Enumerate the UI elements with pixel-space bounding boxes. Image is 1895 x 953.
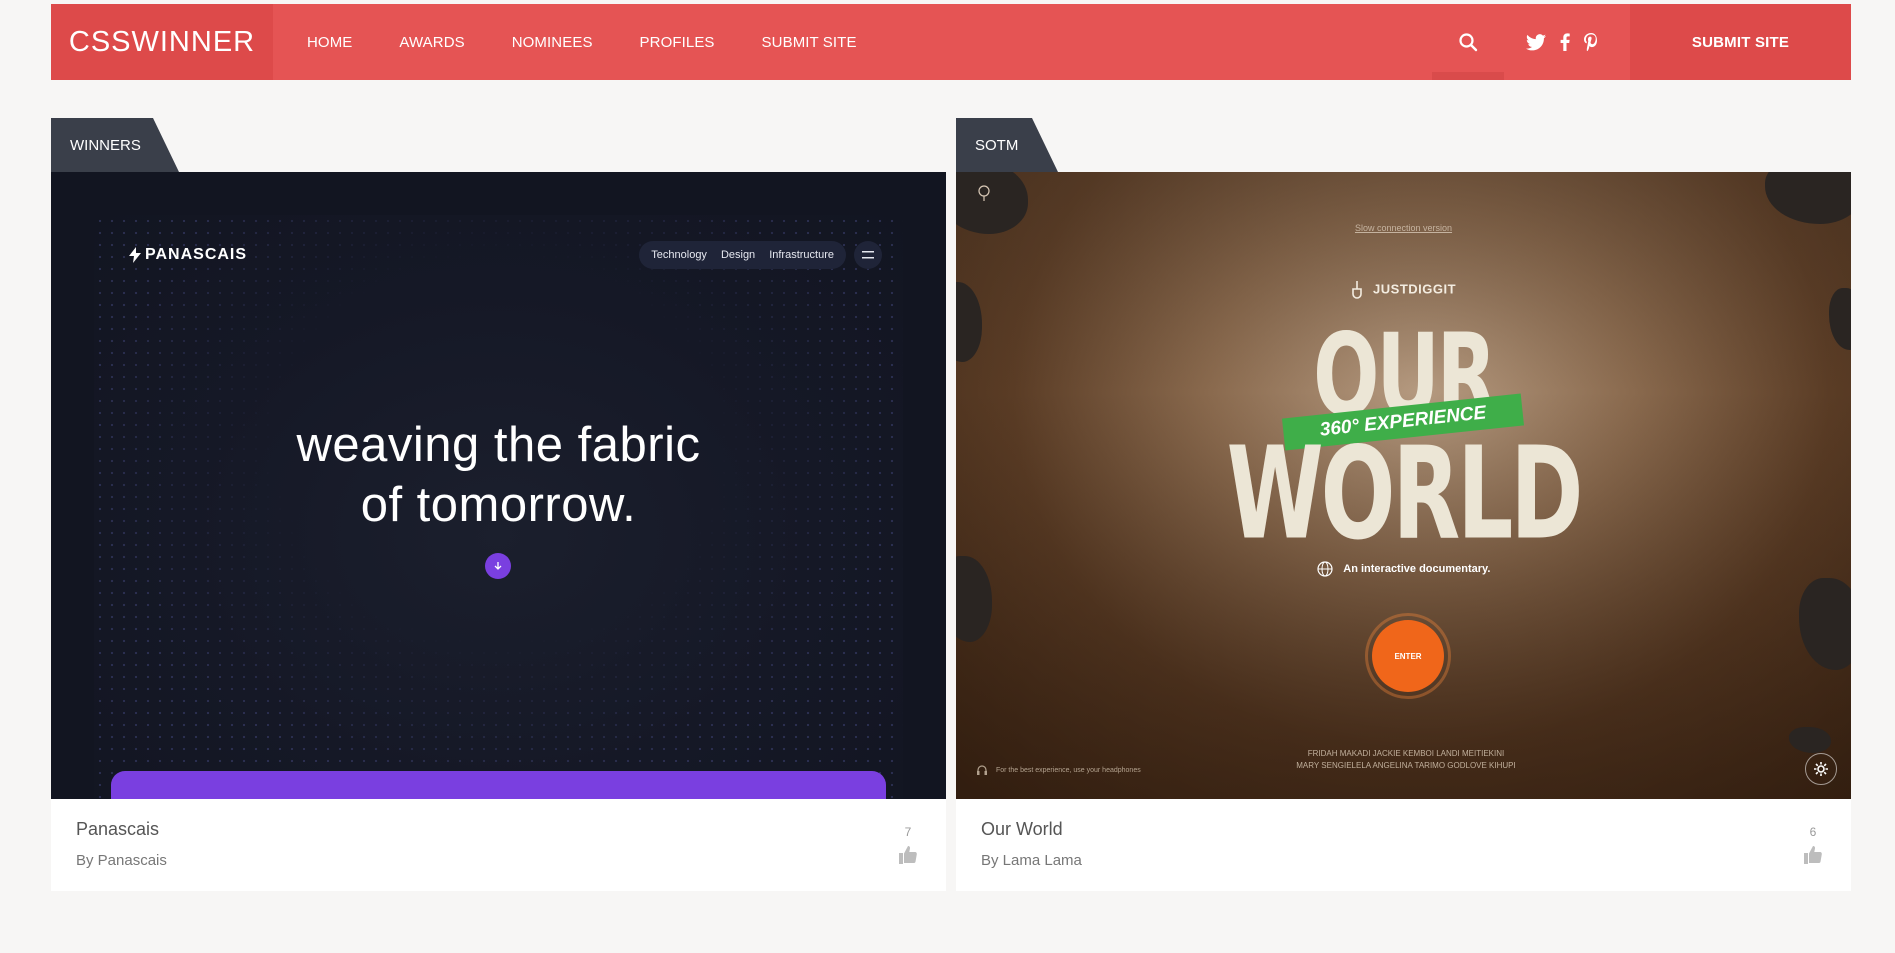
winner-card: WINNERS PANASCAIS Technology Design Infr… (51, 118, 946, 891)
facebook-icon[interactable] (1560, 33, 1570, 51)
headphones-text: For the best experience, use your headph… (995, 766, 1141, 774)
menu-item-design: Design (720, 249, 756, 261)
card-meta: Our World By Lama Lama 6 (956, 799, 1851, 891)
submit-site-button[interactable]: SUBMIT SITE (1630, 4, 1851, 80)
site-header: CSSWINNER HOME AWARDS NOMINEES PROFILES … (51, 4, 1851, 80)
credits-line-2: MARY SENGIELELA ANGELINA TARIMO GODLOVE … (1296, 761, 1516, 770)
header-actions: SUBMIT SITE (1432, 4, 1851, 80)
shovel-icon (1352, 281, 1362, 299)
like-count: 7 (904, 825, 912, 839)
nav-awards[interactable]: AWARDS (399, 34, 464, 51)
like-counter[interactable]: 7 (898, 825, 918, 865)
main-nav: HOME AWARDS NOMINEES PROFILES SUBMIT SIT… (273, 4, 904, 80)
card-tag-sotm[interactable]: SOTM (956, 118, 1058, 172)
purple-bottom-bar (111, 771, 886, 799)
search-icon (1459, 33, 1478, 52)
our-world-subtitle: An interactive documentary. (956, 561, 1851, 577)
card-tag-winners[interactable]: WINNERS (51, 118, 179, 172)
thumbs-up-icon (899, 846, 917, 864)
thumbs-up-icon (1804, 846, 1822, 864)
site-logo[interactable]: CSSWINNER (51, 4, 273, 80)
card-author[interactable]: By Panascais (76, 852, 921, 869)
menu-item-infrastructure: Infrastructure (769, 249, 834, 261)
card-title[interactable]: Panascais (76, 819, 921, 840)
hamburger-icon (854, 241, 882, 269)
bolt-icon (129, 247, 141, 263)
arrow-down-icon (485, 553, 511, 579)
like-count: 6 (1809, 825, 1817, 839)
panascais-logo: PANASCAIS (129, 246, 247, 264)
panascais-menu-pill: Technology Design Infrastructure (639, 241, 846, 269)
justdiggit-brand-text: JUSTDIGGIT (1373, 281, 1457, 297)
twitter-icon[interactable] (1526, 33, 1546, 51)
card-meta: Panascais By Panascais 7 (51, 799, 946, 891)
credits-line-1: FRIDAH MAKADI JACKIE KEMBOI LANDI MEITIE… (1307, 749, 1505, 758)
nav-home[interactable]: HOME (307, 34, 352, 51)
globe-icon (1317, 561, 1333, 577)
site-screenshot-panascais[interactable]: PANASCAIS Technology Design Infrastructu… (51, 172, 946, 799)
nav-nominees[interactable]: NOMINEES (512, 34, 593, 51)
social-links (1504, 4, 1630, 80)
justdiggit-logo: JUSTDIGGIT (956, 280, 1851, 300)
like-counter[interactable]: 6 (1803, 825, 1823, 865)
pinterest-icon[interactable] (1584, 33, 1598, 51)
subtitle-text: An interactive documentary. (1343, 562, 1491, 575)
sotm-card: SOTM Slow connection version JUSTDIGGIT … (956, 118, 1851, 891)
headline-line-2: of tomorrow. (360, 478, 637, 532)
menu-item-technology: Technology (651, 249, 707, 261)
panascais-brand-text: PANASCAIS (145, 246, 248, 263)
tree-icon (978, 185, 990, 201)
nav-submit-site[interactable]: SUBMIT SITE (762, 34, 857, 51)
gear-icon (1805, 753, 1837, 785)
film-credits: FRIDAH MAKADI JACKIE KEMBOI LANDI MEITIE… (1256, 748, 1556, 772)
headphones-hint: For the best experience, use your headph… (976, 764, 1141, 776)
card-title[interactable]: Our World (981, 819, 1826, 840)
slow-connection-link: Slow connection version (1354, 223, 1453, 233)
enter-button: ENTER (1372, 620, 1444, 692)
our-world-title-bottom: WORLD (1226, 418, 1584, 569)
panascais-headline: weaving the fabric of tomorrow. (51, 415, 946, 535)
headline-line-1: weaving the fabric (296, 418, 701, 472)
site-screenshot-our-world[interactable]: Slow connection version JUSTDIGGIT OUR 3… (956, 172, 1851, 799)
card-author[interactable]: By Lama Lama (981, 852, 1826, 869)
search-button[interactable] (1432, 4, 1504, 80)
nav-profiles[interactable]: PROFILES (640, 34, 715, 51)
headphones-icon (977, 765, 987, 775)
